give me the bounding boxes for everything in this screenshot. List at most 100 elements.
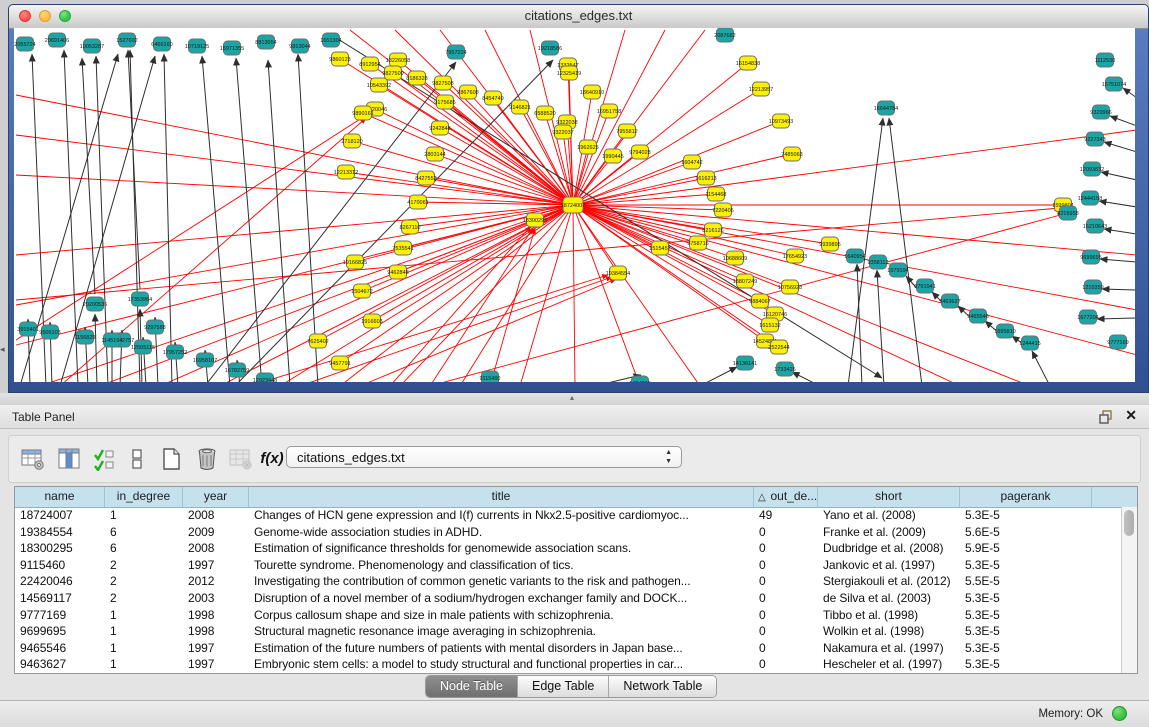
graph-node[interactable]: 18640910 — [580, 85, 604, 99]
graph-node[interactable]: 2522544 — [768, 340, 789, 354]
graph-node[interactable]: 1962625 — [577, 140, 598, 154]
graph-node[interactable]: 20691406 — [45, 33, 69, 47]
graph-node[interactable]: 12505115 — [131, 340, 155, 354]
graph-node[interactable]: 8912954 — [359, 57, 380, 71]
graph-node[interactable]: 3915401 — [17, 322, 38, 336]
graph-node[interactable]: 1990445 — [602, 149, 623, 163]
graph-node[interactable]: 9457791 — [329, 356, 350, 370]
graph-node[interactable]: 1695810 — [994, 324, 1015, 338]
table-row[interactable]: 946554611997Estimation of the future num… — [15, 640, 1121, 657]
graph-node[interactable]: 1464210 — [629, 376, 650, 382]
graph-node[interactable]: 9146821 — [509, 100, 530, 114]
graph-node[interactable]: 17957252 — [163, 345, 187, 359]
graph-node[interactable]: 9506103 — [39, 325, 60, 339]
graph-node[interactable]: 7957224 — [445, 45, 466, 59]
table-row[interactable]: 1830029562008Estimation of significance … — [15, 540, 1121, 557]
graph-node[interactable]: 10719125 — [185, 39, 209, 53]
graph-node[interactable]: 9329966 — [1090, 105, 1111, 119]
graph-node[interactable]: 9175685 — [434, 95, 455, 109]
divider-grip-icon[interactable]: ▴ — [570, 393, 574, 402]
graph-node[interactable]: 9884067 — [749, 294, 770, 308]
graph-node[interactable]: 1916603 — [361, 314, 382, 328]
graph-node[interactable]: 13226058 — [386, 53, 410, 67]
graph-node[interactable]: 12923448 — [253, 373, 277, 382]
graph-node[interactable]: 1604742 — [681, 155, 702, 169]
graph-node[interactable]: 2055724 — [14, 37, 35, 51]
graph-node[interactable]: 9827509 — [382, 66, 403, 80]
table-row[interactable]: 946362711997Embryonic stem cells: a mode… — [15, 656, 1121, 673]
graph-node[interactable]: 9794028 — [629, 145, 650, 159]
graph-node[interactable]: 1210359 — [1082, 280, 1103, 294]
graph-node[interactable]: 1504672 — [351, 284, 372, 298]
graph-node[interactable]: 9227343 — [1084, 132, 1105, 146]
float-panel-icon[interactable] — [1099, 410, 1113, 424]
graph-node[interactable]: 8216126 — [702, 223, 723, 237]
graph-node[interactable]: 15751074 — [1102, 77, 1126, 91]
graph-node[interactable]: 14136141 — [733, 356, 757, 370]
graph-node[interactable]: 9777169 — [1107, 335, 1128, 349]
panel-collapse-arrow[interactable]: ◂ — [0, 344, 5, 355]
graph-node[interactable]: 8215958 — [1057, 206, 1078, 220]
graph-node[interactable]: 4170061 — [407, 195, 428, 209]
scrollbar-thumb[interactable] — [1124, 510, 1134, 536]
graph-node[interactable]: 2087682 — [714, 28, 735, 42]
graph-node[interactable]: 12213312 — [334, 165, 358, 179]
graph-node[interactable]: 9462848 — [387, 265, 408, 279]
column-header-short[interactable]: short — [818, 487, 960, 507]
column-header-year[interactable]: year — [183, 487, 249, 507]
graph-node[interactable]: 12444158 — [1078, 191, 1102, 205]
graph-node[interactable]: 1156829 — [74, 330, 95, 344]
graph-node[interactable]: 2803144 — [424, 147, 445, 161]
graph-node[interactable]: 17353964 — [128, 292, 152, 306]
rows-icon[interactable] — [123, 445, 151, 473]
graph-node[interactable]: 7625402 — [307, 334, 328, 348]
graph-node[interactable]: 17654923 — [783, 249, 807, 263]
graph-node[interactable]: 12093832 — [1080, 162, 1104, 176]
graph-node[interactable]: 12325419 — [557, 66, 581, 80]
tab-network-table[interactable]: Network Table — [609, 676, 716, 697]
graph-node[interactable]: 1616213 — [695, 171, 716, 185]
citation-network-graph[interactable]: 2055724206914061005328715276026466160107… — [14, 28, 1135, 382]
graph-node[interactable]: 19166825 — [343, 255, 367, 269]
graph-node[interactable]: 18300295 — [523, 213, 547, 227]
graph-node[interactable]: 19384554 — [606, 266, 630, 280]
graph-node[interactable]: 7485063 — [781, 147, 802, 161]
graph-node[interactable]: 8454749 — [482, 91, 503, 105]
graph-node[interactable]: 10053287 — [80, 39, 104, 53]
table-row[interactable]: 2242004622012Investigating the contribut… — [15, 573, 1121, 590]
graph-node[interactable]: 6588520 — [534, 106, 555, 120]
graph-node[interactable]: 1527602 — [116, 33, 137, 47]
graph-node[interactable]: 1112530 — [1095, 53, 1116, 67]
graph-node[interactable]: 6791941 — [914, 279, 935, 293]
graph-node[interactable]: 9297588 — [144, 320, 165, 334]
graph-node[interactable]: 9115460 — [479, 371, 500, 382]
column-header-pagerank[interactable]: pagerank — [960, 487, 1092, 507]
graph-node[interactable]: 16951758 — [597, 104, 621, 118]
graph-node[interactable]: 9860123 — [329, 52, 350, 66]
graph-node[interactable]: 1145194 — [101, 333, 122, 347]
graph-node[interactable]: 18724007 — [561, 197, 585, 213]
network-canvas[interactable]: 2055724206914061005328715276026466160107… — [14, 28, 1135, 382]
graph-node[interactable]: 1651304 — [320, 33, 341, 47]
graph-node[interactable]: 9699695 — [1080, 250, 1101, 264]
column-header-in_degree[interactable]: in_degree — [105, 487, 183, 507]
graph-node[interactable]: 8427552 — [415, 171, 436, 185]
graph-node[interactable]: 1677204 — [1077, 310, 1098, 324]
graph-node[interactable]: 1515457 — [649, 241, 670, 255]
graph-node[interactable]: 8267110 — [399, 220, 420, 234]
table-row[interactable]: 977716911998Corpus callosum shape and si… — [15, 607, 1121, 624]
delete-table-icon[interactable] — [193, 445, 221, 473]
graph-node[interactable]: 7220405 — [712, 203, 733, 217]
graph-node[interactable]: 16782759 — [225, 363, 249, 377]
graph-node[interactable]: 1154468 — [705, 187, 726, 201]
graph-node[interactable]: 8813054 — [255, 35, 276, 49]
table-settings-icon[interactable] — [19, 445, 47, 473]
select-columns-icon[interactable] — [91, 445, 119, 473]
column-header-title[interactable]: title — [249, 487, 754, 507]
network-window-titlebar[interactable]: citations_edges.txt — [9, 5, 1148, 29]
graph-node[interactable]: 20200536 — [83, 297, 107, 311]
graph-node[interactable]: 9322037 — [552, 125, 573, 139]
close-panel-icon[interactable]: ✕ — [1125, 407, 1137, 424]
graph-node[interactable]: 9463627 — [939, 294, 960, 308]
table-row[interactable]: 969969511998Structural magnetic resonanc… — [15, 623, 1121, 640]
